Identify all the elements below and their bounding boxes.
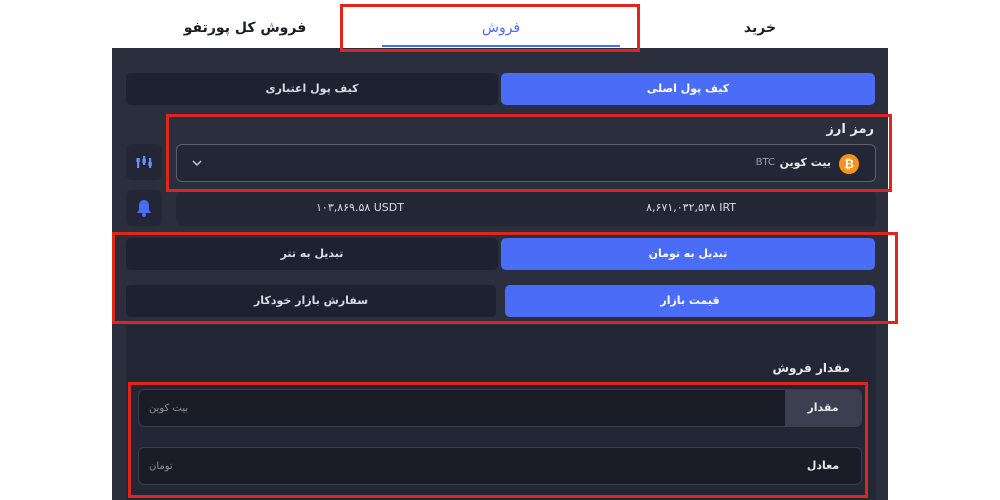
- equivalent-input[interactable]: [139, 448, 787, 484]
- convert-to-tether-button[interactable]: تبدیل به تتر: [126, 238, 498, 270]
- sell-amount-label: مقدار فروش: [772, 361, 850, 375]
- credit-wallet-button[interactable]: کیف پول اعتباری: [126, 73, 498, 105]
- tab-sell-portfolio[interactable]: فروش کل پورتفو: [180, 14, 310, 42]
- convert-to-toman-button[interactable]: تبدیل به تومان: [501, 238, 875, 270]
- equivalent-field: معادل: [138, 447, 862, 485]
- chart-button[interactable]: [126, 144, 162, 180]
- chevron-down-icon: [191, 153, 203, 177]
- tab-buy[interactable]: خرید: [700, 14, 820, 42]
- bitcoin-icon: ₿: [839, 154, 859, 174]
- auto-market-order-button[interactable]: سفارش بازار خودکار: [126, 285, 496, 317]
- amount-label: مقدار: [785, 390, 861, 426]
- market-price-button[interactable]: قیمت بازار: [505, 285, 875, 317]
- coin-symbol: BTC: [755, 157, 775, 168]
- notification-button[interactable]: [126, 190, 162, 226]
- tab-sell[interactable]: فروش: [380, 14, 622, 42]
- balance-bar: ۸,۶۷۱,۰۳۲,۵۳۸ IRT ۱۰۳,۸۶۹.۵۸ USDT: [176, 190, 876, 226]
- balance-usdt: ۱۰۳,۸۶۹.۵۸ USDT: [316, 201, 404, 214]
- bell-icon: [137, 200, 151, 217]
- coin-name: بیت کوین: [779, 156, 831, 169]
- balance-irt: ۸,۶۷۱,۰۳۲,۵۳۸ IRT: [646, 201, 736, 214]
- currency-label: رمز ارز: [826, 122, 874, 137]
- currency-select[interactable]: ₿ بیت کوین BTC: [176, 144, 876, 182]
- chart-icon: [136, 156, 152, 168]
- amount-input[interactable]: [139, 390, 787, 426]
- amount-field: مقدار: [138, 389, 862, 427]
- trade-tabs: خرید فروش فروش کل پورتفو: [0, 0, 1000, 48]
- equivalent-label: معادل: [806, 459, 840, 472]
- main-wallet-button[interactable]: کیف پول اصلی: [501, 73, 875, 105]
- active-tab-indicator: [382, 45, 620, 47]
